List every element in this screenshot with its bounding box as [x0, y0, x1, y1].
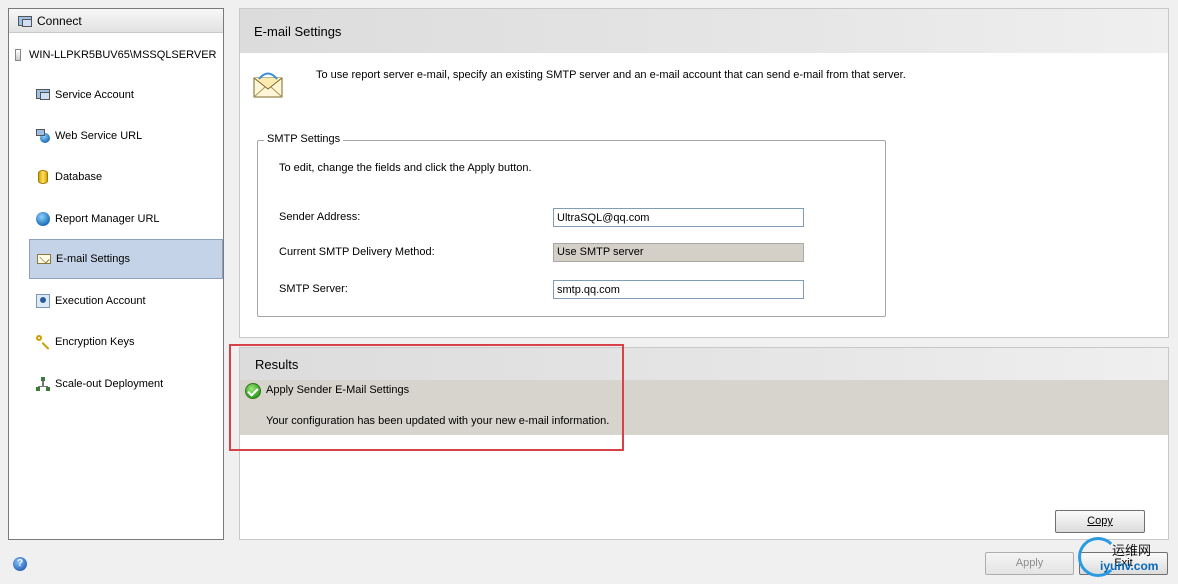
nav-item-database[interactable]: Database	[29, 158, 223, 196]
smtp-help-text: To edit, change the fields and click the…	[279, 162, 532, 174]
envelope-icon	[253, 72, 283, 98]
nav-item-label: Database	[55, 171, 103, 183]
sender-address-input[interactable]	[553, 208, 804, 227]
watermark-url: iyunv.com	[1100, 559, 1159, 573]
server-name: WIN-LLPKR5BUV65\MSSQLSERVER	[29, 49, 217, 61]
smtp-settings-group: SMTP Settings To edit, change the fields…	[257, 133, 886, 317]
nav-item-label: Service Account	[55, 89, 134, 101]
sender-address-label: Sender Address:	[279, 211, 361, 223]
nav-item-label: Encryption Keys	[55, 336, 135, 348]
nav-item-label: Web Service URL	[55, 130, 143, 142]
apply-button[interactable]: Apply	[985, 552, 1074, 575]
watermark-cn: 运维网	[1112, 543, 1152, 558]
smtp-group-title: SMTP Settings	[264, 133, 344, 145]
nav-item-label: Scale-out Deployment	[55, 378, 164, 390]
web-service-icon	[35, 128, 51, 144]
navigation-panel: Connect WIN-LLPKR5BUV65\MSSQLSERVER Serv…	[8, 8, 224, 540]
nav-item-label: Report Manager URL	[55, 213, 160, 225]
user-icon	[35, 293, 51, 309]
smtp-server-label: SMTP Server:	[279, 283, 348, 295]
nav-item-email-settings[interactable]: E-mail Settings	[29, 239, 223, 279]
database-icon	[35, 169, 51, 185]
email-icon	[36, 251, 52, 267]
smtp-server-input[interactable]	[553, 280, 804, 299]
globe-icon	[35, 211, 51, 227]
connect-label: Connect	[37, 13, 82, 28]
key-icon	[35, 334, 51, 350]
delivery-method-select[interactable]: Use SMTP server	[553, 243, 804, 262]
nav-item-web-service-url[interactable]: Web Service URL	[29, 117, 223, 155]
server-node[interactable]: WIN-LLPKR5BUV65\MSSQLSERVER	[9, 45, 223, 65]
delivery-method-label: Current SMTP Delivery Method:	[279, 246, 435, 258]
watermark-logo: 运维网 iyunv.com	[1078, 535, 1176, 581]
email-settings-pane: E-mail Settings To use report server e-m…	[239, 8, 1169, 338]
apply-button-label: Apply	[1015, 557, 1044, 569]
connect-button[interactable]: Connect	[9, 9, 223, 33]
nav-item-execution-account[interactable]: Execution Account	[29, 282, 223, 320]
nav-item-report-manager-url[interactable]: Report Manager URL	[29, 200, 223, 238]
nav-item-label: E-mail Settings	[56, 253, 130, 265]
help-icon[interactable]: ?	[13, 557, 27, 571]
page-title: E-mail Settings	[240, 9, 1168, 53]
nav-item-scale-out-deployment[interactable]: Scale-out Deployment	[29, 365, 223, 403]
server-icon	[15, 49, 21, 61]
connect-icon	[17, 14, 33, 28]
page-title-text: E-mail Settings	[254, 23, 342, 39]
highlight-annotation	[229, 344, 624, 451]
nav-item-service-account[interactable]: Service Account	[29, 76, 223, 114]
copy-button[interactable]: Copy	[1055, 510, 1145, 533]
service-account-icon	[35, 87, 51, 103]
copy-button-label: Copy	[1087, 515, 1113, 527]
network-icon	[35, 376, 51, 392]
nav-item-label: Execution Account	[55, 295, 146, 307]
intro-text: To use report server e-mail, specify an …	[316, 69, 906, 81]
nav-item-encryption-keys[interactable]: Encryption Keys	[29, 323, 223, 361]
